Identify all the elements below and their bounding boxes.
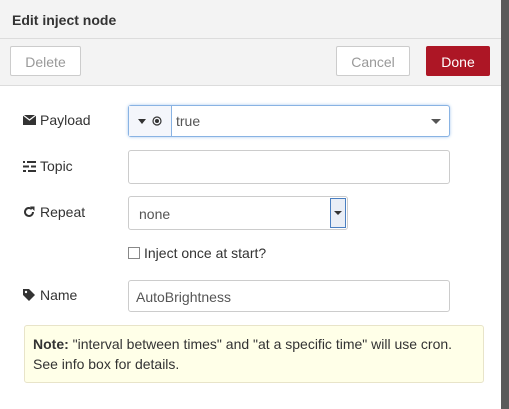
note-line1: "interval between times" and "at a speci… (68, 336, 453, 352)
payload-dropdown-icon[interactable] (431, 119, 441, 124)
cancel-button[interactable]: Cancel (336, 46, 410, 76)
payload-label-row: Payload (22, 112, 91, 128)
repeat-select[interactable]: none (128, 196, 348, 230)
note-line2: See info box for details. (33, 356, 180, 372)
done-button[interactable]: Done (426, 46, 490, 76)
dialog-title: Edit inject node (12, 12, 117, 28)
window-edge (501, 0, 509, 409)
name-input[interactable]: AutoBrightness (128, 280, 450, 312)
envelope-icon (22, 113, 36, 127)
caret-down-icon (138, 118, 146, 124)
payload-type-button[interactable] (129, 106, 172, 136)
payload-label: Payload (40, 112, 91, 128)
chevron-down-icon[interactable] (330, 198, 346, 228)
topic-input[interactable] (128, 150, 450, 184)
topic-label: Topic (40, 158, 73, 174)
name-label-row: Name (22, 287, 77, 303)
name-label: Name (40, 287, 78, 303)
dialog-toolbar: Delete Cancel Done (0, 39, 501, 86)
cron-note: Note: "interval between times" and "at a… (24, 325, 484, 383)
inject-once-checkbox[interactable] (128, 247, 140, 259)
name-value: AutoBrightness (136, 289, 231, 305)
repeat-icon (22, 205, 36, 219)
topic-label-row: Topic (22, 158, 73, 174)
note-prefix: Note: (33, 336, 69, 352)
inject-once-row[interactable]: Inject once at start? (128, 245, 266, 261)
tag-icon (22, 288, 36, 302)
payload-value: true (176, 113, 201, 129)
delete-button[interactable]: Delete (10, 46, 81, 76)
tasks-icon (22, 159, 36, 173)
dialog-titlebar: Edit inject node (0, 0, 501, 39)
inject-once-label: Inject once at start? (144, 245, 267, 261)
repeat-value: none (139, 206, 171, 222)
radio-dot-icon (152, 113, 162, 129)
repeat-label-row: Repeat (22, 204, 85, 220)
payload-input[interactable]: true (128, 105, 450, 137)
repeat-label: Repeat (40, 204, 86, 220)
